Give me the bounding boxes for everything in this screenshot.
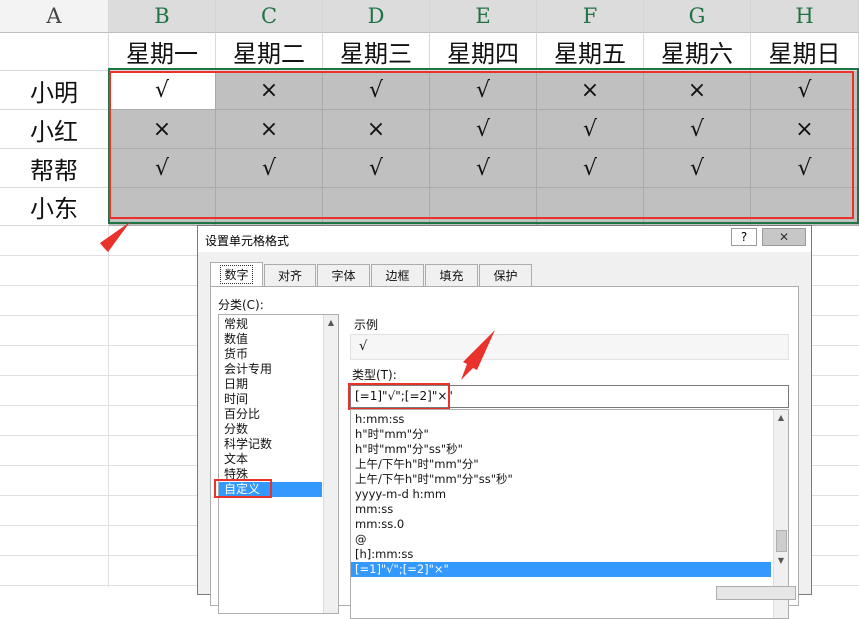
weekday-header-cell[interactable]: 星期二 [216, 33, 323, 71]
scroll-up-icon[interactable]: ▲ [324, 315, 338, 329]
weekday-header-cell[interactable]: 星期六 [644, 33, 751, 71]
category-item[interactable]: 常规 [219, 317, 322, 332]
attendance-cell[interactable]: √ [109, 71, 216, 110]
dialog-titlebar[interactable]: 设置单元格格式 ? ✕ [198, 226, 811, 252]
attendance-cell[interactable]: × [537, 71, 644, 110]
tab-fill[interactable]: 填充 [425, 264, 478, 286]
tab-font[interactable]: 字体 [317, 264, 370, 286]
category-scrollbar[interactable]: ▲ [323, 315, 338, 613]
attendance-cell[interactable]: × [216, 110, 323, 149]
attendance-cell[interactable] [216, 188, 323, 226]
sample-value: √ [359, 339, 368, 354]
category-item[interactable]: 日期 [219, 377, 322, 392]
attendance-cell[interactable]: √ [644, 110, 751, 149]
column-header-f[interactable]: F [537, 0, 644, 33]
ok-button[interactable] [716, 586, 796, 600]
annotation-arrow [461, 330, 495, 380]
attendance-cell[interactable]: × [323, 110, 430, 149]
column-header-d[interactable]: D [323, 0, 430, 33]
weekday-header-cell[interactable]: 星期一 [109, 33, 216, 71]
format-item[interactable]: [h]:mm:ss [351, 547, 771, 562]
scroll-up-icon[interactable]: ▲ [774, 410, 788, 424]
student-name-cell[interactable]: 帮帮 [0, 149, 109, 188]
format-item[interactable]: h"时"mm"分" [351, 427, 771, 442]
format-item[interactable]: yyyy-m-d h:mm [351, 487, 771, 502]
attendance-cell[interactable]: √ [109, 149, 216, 188]
attendance-cell[interactable]: √ [537, 149, 644, 188]
attendance-cell[interactable]: √ [323, 149, 430, 188]
column-header-e[interactable]: E [430, 0, 537, 33]
column-header-g[interactable]: G [644, 0, 751, 33]
format-item[interactable]: mm:ss.0 [351, 517, 771, 532]
attendance-cell[interactable]: √ [323, 71, 430, 110]
attendance-cell[interactable] [644, 188, 751, 226]
attendance-cell[interactable]: × [109, 110, 216, 149]
attendance-cell[interactable]: √ [537, 110, 644, 149]
column-header-c[interactable]: C [216, 0, 323, 33]
sample-label: 示例 [354, 318, 379, 332]
weekday-header-cell[interactable]: 星期三 [323, 33, 430, 71]
attendance-cell[interactable] [537, 188, 644, 226]
attendance-cell[interactable]: × [644, 71, 751, 110]
scroll-thumb[interactable] [776, 530, 787, 552]
attendance-cell[interactable] [751, 188, 859, 226]
category-label: 分类(C): [218, 298, 264, 312]
attendance-cell[interactable]: √ [644, 149, 751, 188]
scroll-down-icon[interactable]: ▼ [774, 553, 788, 567]
grid-line [108, 226, 109, 587]
format-item[interactable]: mm:ss [351, 502, 771, 517]
category-item[interactable]: 文本 [219, 452, 322, 467]
column-header-h[interactable]: H [751, 0, 859, 33]
tab-number[interactable]: 数字 [210, 262, 263, 286]
tab-label: 数字 [220, 265, 253, 284]
category-item[interactable]: 百分比 [219, 407, 322, 422]
attendance-cell[interactable] [430, 188, 537, 226]
attendance-cell[interactable]: × [216, 71, 323, 110]
attendance-cell[interactable]: √ [430, 149, 537, 188]
category-item[interactable]: 科学记数 [219, 437, 322, 452]
attendance-cell[interactable]: √ [751, 149, 859, 188]
category-item[interactable]: 数值 [219, 332, 322, 347]
sample-preview: √ [350, 334, 789, 360]
student-name-cell[interactable]: 小红 [0, 110, 109, 149]
category-item[interactable]: 特殊 [219, 467, 322, 482]
category-item[interactable]: 会计专用 [219, 362, 322, 377]
attendance-cell[interactable]: √ [216, 149, 323, 188]
format-cells-dialog: 设置单元格格式 ? ✕ 数字 对齐 字体 边框 填充 保护 分类(C): 常规 … [197, 225, 812, 619]
help-button[interactable]: ? [731, 228, 757, 246]
format-item[interactable]: @ [351, 532, 771, 547]
dialog-title: 设置单元格格式 [205, 234, 290, 248]
category-item-custom[interactable]: 自定义 [219, 482, 322, 497]
attendance-cell[interactable] [323, 188, 430, 226]
category-list[interactable]: 常规 数值 货币 会计专用 日期 时间 百分比 分数 科学记数 文本 特殊 自定… [218, 314, 339, 614]
annotation-arrow [70, 222, 130, 270]
attendance-cell[interactable]: √ [430, 110, 537, 149]
weekday-header-cell[interactable]: 星期五 [537, 33, 644, 71]
close-button[interactable]: ✕ [762, 228, 806, 246]
column-header-a[interactable]: A [0, 0, 109, 33]
cell-a1[interactable] [0, 33, 109, 71]
student-name-cell[interactable]: 小明 [0, 71, 109, 110]
category-item[interactable]: 分数 [219, 422, 322, 437]
attendance-cell[interactable]: √ [751, 71, 859, 110]
format-item[interactable]: 上午/下午h"时"mm"分"ss"秒" [351, 472, 771, 487]
tab-border[interactable]: 边框 [371, 264, 424, 286]
attendance-cell[interactable]: × [751, 110, 859, 149]
format-item[interactable]: h:mm:ss [351, 412, 771, 427]
format-item-selected[interactable]: [=1]"√";[=2]"×" [351, 562, 771, 577]
format-item[interactable]: 上午/下午h"时"mm"分" [351, 457, 771, 472]
column-header-b[interactable]: B [109, 0, 216, 33]
weekday-header-cell[interactable]: 星期日 [751, 33, 859, 71]
category-item[interactable]: 货币 [219, 347, 322, 362]
type-input-value: [=1]"√";[=2]"×" [355, 389, 453, 403]
weekday-header-cell[interactable]: 星期四 [430, 33, 537, 71]
type-input[interactable]: [=1]"√";[=2]"×" [350, 385, 789, 408]
format-item[interactable]: h"时"mm"分"ss"秒" [351, 442, 771, 457]
category-item[interactable]: 时间 [219, 392, 322, 407]
tab-alignment[interactable]: 对齐 [264, 264, 316, 286]
attendance-cell[interactable]: √ [430, 71, 537, 110]
type-label: 类型(T): [352, 368, 397, 382]
tab-protection[interactable]: 保护 [479, 264, 532, 286]
